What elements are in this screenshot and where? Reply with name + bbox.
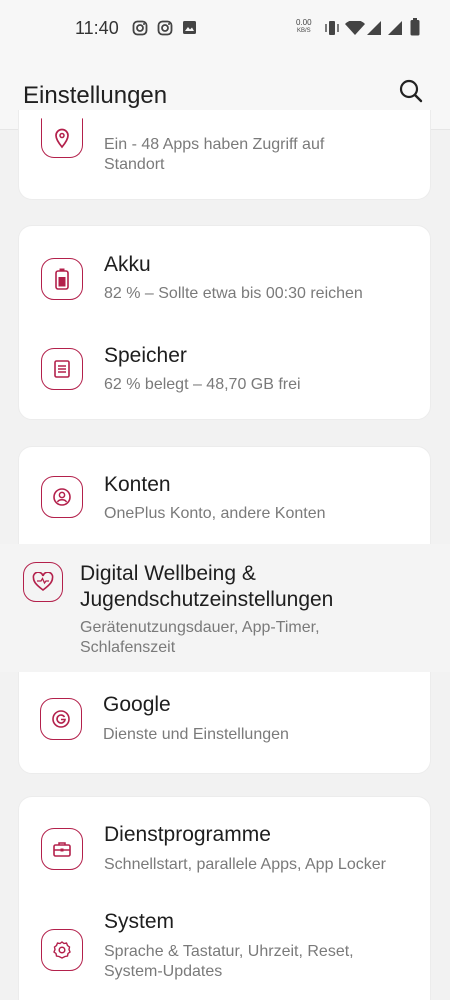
storage-title: Speicher	[104, 344, 187, 367]
wellbeing-title-line2: Jugendschutzeinstellungen	[80, 588, 334, 611]
page-title: Einstellungen	[23, 82, 168, 109]
battery-title: Akku	[104, 253, 151, 276]
net-speed-unit: KB/S	[296, 28, 311, 34]
instagram-icon	[157, 20, 173, 41]
settings-item-storage[interactable]: Speicher 62 % belegt – 48,70 GB frei	[19, 326, 432, 421]
settings-item-battery[interactable]: Akku 82 % – Sollte etwa bis 00:30 reiche…	[19, 226, 432, 326]
battery-icon	[41, 258, 83, 300]
signal-icon	[366, 20, 382, 41]
wifi-icon	[345, 19, 365, 41]
net-speed-value: 0.00	[296, 18, 312, 27]
vibrate-icon	[324, 19, 340, 42]
google-subtitle: Dienste und Einstellungen	[103, 726, 289, 743]
search-button[interactable]	[396, 76, 426, 106]
image-icon	[182, 20, 197, 40]
toolbox-icon	[41, 828, 83, 870]
wellbeing-subtitle-line1: Gerätenutzungsdauer, App-Timer,	[80, 619, 320, 636]
account-icon	[41, 476, 83, 518]
google-icon	[40, 698, 82, 740]
accounts-subtitle: OnePlus Konto, andere Konten	[104, 505, 326, 522]
wellbeing-title-line1: Digital Wellbeing &	[80, 562, 256, 585]
instagram-icon	[132, 20, 148, 41]
system-title: System	[104, 910, 175, 933]
search-icon	[399, 79, 423, 103]
gear-icon	[41, 929, 83, 971]
settings-item-accounts[interactable]: Konten OnePlus Konto, andere Konten	[19, 447, 432, 545]
battery-icon	[410, 18, 420, 41]
settings-item-system[interactable]: System Sprache & Tastatur, Uhrzeit, Rese…	[19, 892, 432, 1000]
settings-item-wellbeing[interactable]: Digital Wellbeing & Jugendschutzeinstell…	[0, 544, 450, 672]
location-pin-icon	[41, 118, 83, 158]
storage-icon	[41, 348, 83, 390]
utilities-title: Dienstprogramme	[104, 823, 271, 846]
status-time: 11:40	[75, 18, 119, 38]
system-subtitle-line2: System-Updates	[104, 963, 223, 980]
accounts-title: Konten	[104, 473, 171, 496]
settings-item-location[interactable]: Ein - 48 Apps haben Zugriff auf Standort	[19, 110, 432, 200]
location-subtitle-line2: Standort	[104, 156, 165, 173]
settings-card-device: Akku 82 % – Sollte etwa bis 00:30 reiche…	[18, 225, 431, 420]
net-speed-indicator: 0.00 KB/S	[296, 19, 312, 35]
settings-card-system: Dienstprogramme Schnellstart, parallele …	[18, 796, 431, 1000]
heart-icon	[23, 562, 63, 602]
utilities-subtitle: Schnellstart, parallele Apps, App Locker	[104, 856, 386, 873]
google-title: Google	[103, 693, 171, 716]
system-subtitle-line1: Sprache & Tastatur, Uhrzeit, Reset,	[104, 943, 354, 960]
storage-subtitle: 62 % belegt – 48,70 GB frei	[104, 376, 301, 393]
settings-item-google[interactable]: Google Dienste und Einstellungen	[18, 672, 431, 772]
location-subtitle-line1: Ein - 48 Apps haben Zugriff auf	[104, 136, 325, 153]
wellbeing-subtitle-line2: Schlafenszeit	[80, 639, 176, 656]
settings-card-privacy: Ein - 48 Apps haben Zugriff auf Standort	[18, 110, 431, 200]
signal-icon	[387, 20, 403, 41]
settings-item-utilities[interactable]: Dienstprogramme Schnellstart, parallele …	[19, 797, 432, 892]
battery-subtitle: 82 % – Sollte etwa bis 00:30 reichen	[104, 285, 363, 302]
status-bar: 11:40 0.00 KB/S	[0, 0, 450, 58]
